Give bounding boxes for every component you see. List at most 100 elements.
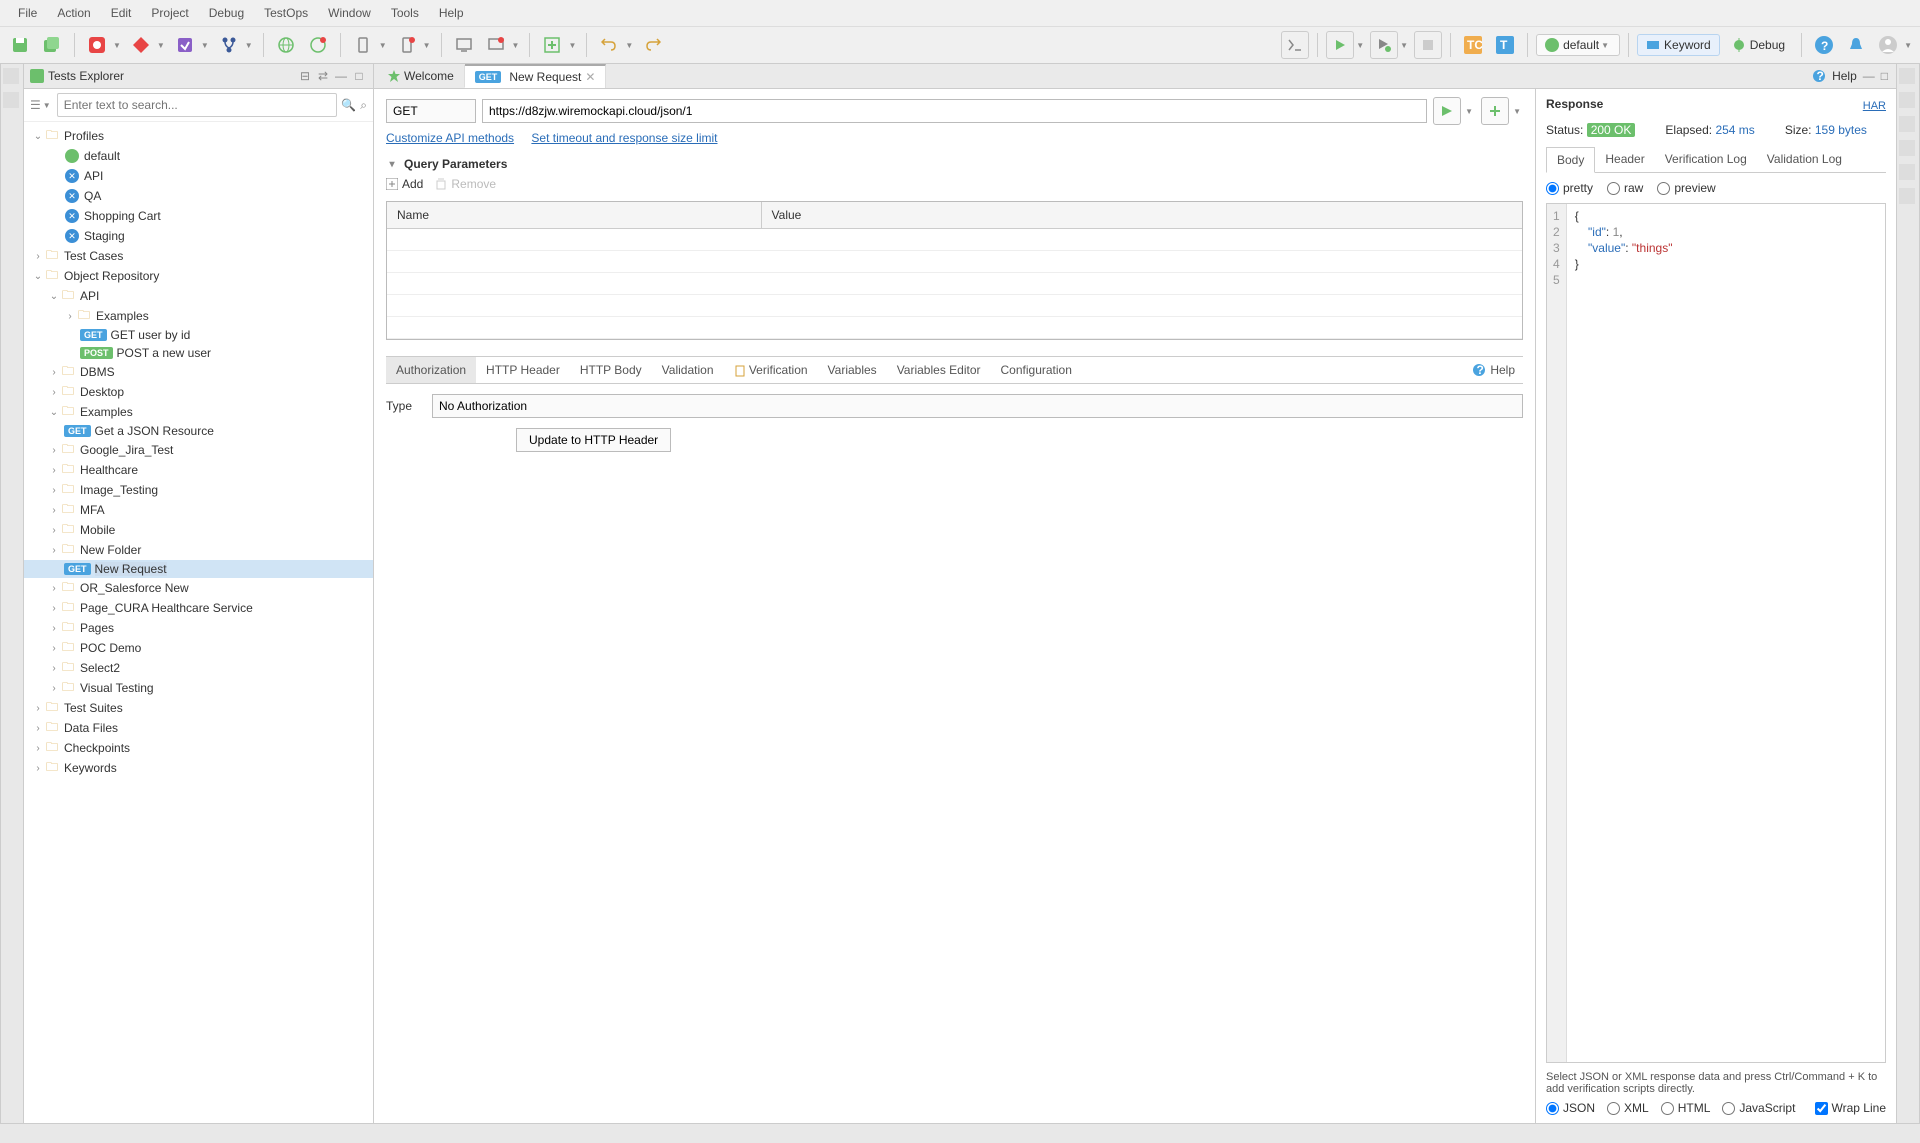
dropdown-icon[interactable]: ▼ <box>379 41 387 50</box>
tree-item[interactable]: Page_CURA Healthcare Service <box>80 601 253 615</box>
add-param-button[interactable]: Add <box>386 177 423 191</box>
tree-new-request[interactable]: New Request <box>95 562 167 576</box>
tab-verification-log[interactable]: Verification Log <box>1655 147 1757 172</box>
twisty-icon[interactable]: › <box>48 623 60 634</box>
menu-testops[interactable]: TestOps <box>254 2 318 24</box>
tree-test-cases[interactable]: Test Cases <box>64 249 123 263</box>
search-icon[interactable]: 🔍 <box>341 98 356 112</box>
twisty-icon[interactable]: › <box>48 643 60 654</box>
gutter-icon[interactable] <box>1899 164 1917 182</box>
customize-api-link[interactable]: Customize API methods <box>386 131 514 145</box>
har-link[interactable]: HAR <box>1863 100 1886 112</box>
stop-icon[interactable] <box>1414 31 1442 59</box>
twisty-icon[interactable]: ⌄ <box>32 131 44 142</box>
tab-verification[interactable]: Verification <box>724 357 818 383</box>
redo-icon[interactable] <box>639 31 667 59</box>
menu-help[interactable]: Help <box>429 2 474 24</box>
dropdown-icon[interactable]: ▼ <box>1400 41 1408 50</box>
dropdown-icon[interactable]: ▼ <box>113 41 121 50</box>
gutter-help-icon[interactable] <box>3 68 21 86</box>
tree-keywords[interactable]: Keywords <box>64 761 117 775</box>
dropdown-icon[interactable]: ▼ <box>1465 107 1473 116</box>
tree-item[interactable]: POST a new user <box>117 346 212 360</box>
help-circle-icon[interactable]: ? <box>1810 31 1838 59</box>
branch-icon[interactable] <box>215 31 243 59</box>
to-icon[interactable]: T <box>1491 31 1519 59</box>
device-rec-icon[interactable] <box>393 31 421 59</box>
lang-js[interactable]: JavaScript <box>1722 1101 1795 1115</box>
dropdown-icon[interactable]: ▼ <box>423 41 431 50</box>
debug-run-icon[interactable] <box>1370 31 1398 59</box>
menu-action[interactable]: Action <box>47 2 100 24</box>
maximize-icon[interactable]: □ <box>351 68 367 84</box>
table-row[interactable] <box>387 317 1522 339</box>
tab-variables[interactable]: Variables <box>818 357 887 383</box>
help-link[interactable]: Help <box>1832 69 1857 83</box>
tree-item[interactable]: Staging <box>84 229 125 243</box>
tree-item[interactable]: Google_Jira_Test <box>80 443 173 457</box>
tree-item[interactable]: DBMS <box>80 365 115 379</box>
twisty-icon[interactable]: › <box>32 703 44 714</box>
tab-variables-editor[interactable]: Variables Editor <box>887 357 991 383</box>
debug-button[interactable]: Debug <box>1724 35 1793 55</box>
lang-html[interactable]: HTML <box>1661 1101 1711 1115</box>
url-input[interactable] <box>482 99 1427 123</box>
twisty-icon[interactable]: › <box>48 683 60 694</box>
device-icon[interactable] <box>349 31 377 59</box>
tree-checkpoints[interactable]: Checkpoints <box>64 741 130 755</box>
dropdown-icon[interactable]: ▼ <box>245 41 253 50</box>
terminal-icon[interactable] <box>1281 31 1309 59</box>
tab-body[interactable]: Body <box>1546 147 1595 173</box>
tree-item[interactable]: MFA <box>80 503 105 517</box>
twisty-icon[interactable]: › <box>48 485 60 496</box>
gutter-icon[interactable] <box>1899 140 1917 158</box>
tree-item[interactable]: QA <box>84 189 101 203</box>
twisty-icon[interactable]: › <box>48 465 60 476</box>
format-raw[interactable]: raw <box>1607 181 1643 195</box>
tree-item[interactable]: Image_Testing <box>80 483 158 497</box>
minimize-icon[interactable]: — <box>333 68 349 84</box>
twisty-icon[interactable]: › <box>48 367 60 378</box>
twisty-icon[interactable]: › <box>32 743 44 754</box>
tree-object-repo[interactable]: Object Repository <box>64 269 159 283</box>
tree-item[interactable]: Examples <box>80 405 133 419</box>
tree-profiles[interactable]: Profiles <box>64 129 104 143</box>
run-icon[interactable] <box>1326 31 1354 59</box>
tab-validation-log[interactable]: Validation Log <box>1757 147 1852 172</box>
dropdown-icon[interactable]: ▼ <box>625 41 633 50</box>
timeout-link[interactable]: Set timeout and response size limit <box>531 131 717 145</box>
minimize-icon[interactable]: — <box>1863 69 1875 83</box>
tab-authorization[interactable]: Authorization <box>386 357 476 383</box>
tree-item[interactable]: Get a JSON Resource <box>95 424 214 438</box>
tab-header[interactable]: Header <box>1595 147 1654 172</box>
dropdown-icon[interactable]: ▼ <box>1513 107 1521 116</box>
menu-window[interactable]: Window <box>318 2 381 24</box>
dropdown-icon[interactable]: ▼ <box>1904 41 1912 50</box>
desktop-icon[interactable] <box>450 31 478 59</box>
tree-item[interactable]: Desktop <box>80 385 124 399</box>
link-icon[interactable]: ⇄ <box>315 68 331 84</box>
twisty-icon[interactable]: › <box>32 723 44 734</box>
desktop-rec-icon[interactable] <box>482 31 510 59</box>
tab-configuration[interactable]: Configuration <box>991 357 1082 383</box>
tab-http-body[interactable]: HTTP Body <box>570 357 652 383</box>
tree-item[interactable]: Healthcare <box>80 463 138 477</box>
dropdown-icon[interactable]: ▼ <box>1356 41 1364 50</box>
save-all-icon[interactable] <box>38 31 66 59</box>
tree-api[interactable]: API <box>80 289 99 303</box>
twisty-icon[interactable]: ⌄ <box>32 271 44 282</box>
twisty-icon[interactable]: ▾ <box>386 159 398 170</box>
wrap-line-check[interactable]: Wrap Line <box>1815 1101 1886 1115</box>
globe-icon[interactable] <box>272 31 300 59</box>
dropdown-icon[interactable]: ▼ <box>43 101 51 110</box>
lang-json[interactable]: JSON <box>1546 1101 1595 1115</box>
tree-item[interactable]: New Folder <box>80 543 141 557</box>
twisty-icon[interactable]: ⌄ <box>48 291 60 302</box>
twisty-icon[interactable]: › <box>48 603 60 614</box>
help-link[interactable]: Help <box>1490 363 1515 377</box>
tree-item[interactable]: OR_Salesforce New <box>80 581 189 595</box>
user-icon[interactable] <box>1874 31 1902 59</box>
twisty-icon[interactable]: › <box>64 311 76 322</box>
tree-item[interactable]: default <box>84 149 120 163</box>
twisty-icon[interactable]: › <box>48 525 60 536</box>
